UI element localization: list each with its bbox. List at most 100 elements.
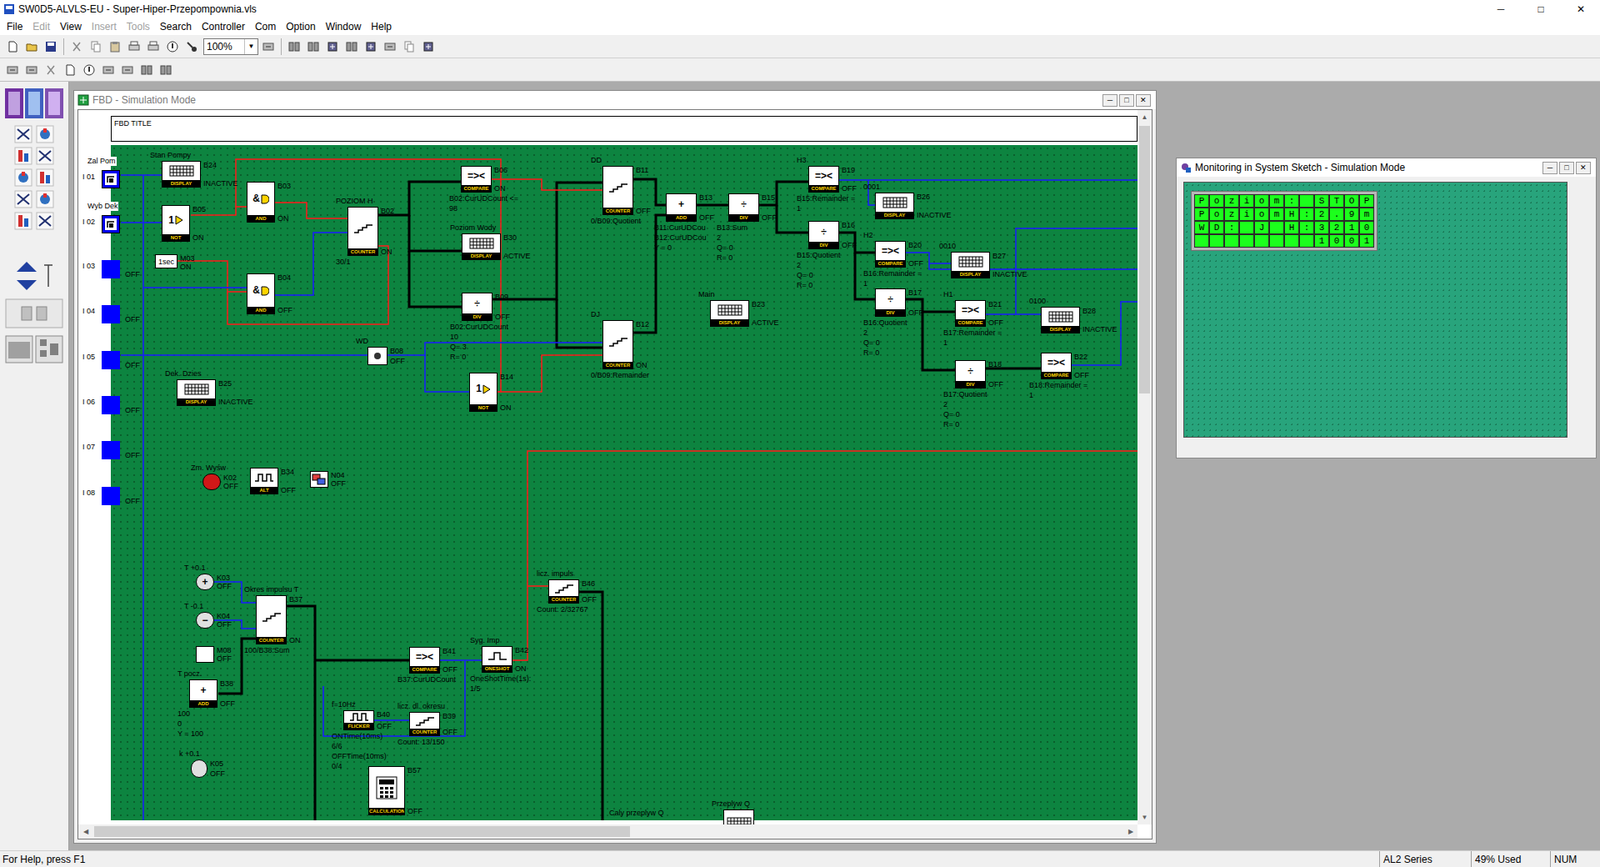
window-control-button[interactable]: □ bbox=[1521, 0, 1560, 19]
counter1-block[interactable]: licz. dl. okresuCOUNTERB39OFFCount: 13/1… bbox=[409, 711, 440, 736]
scroll-thumb[interactable] bbox=[94, 825, 630, 837]
window-control-button[interactable]: □ bbox=[1119, 94, 1135, 107]
input-terminal[interactable] bbox=[101, 170, 120, 189]
menu-item[interactable]: Com bbox=[255, 19, 276, 35]
scroll-thumb[interactable] bbox=[1139, 125, 1150, 394]
palette-tool-icon[interactable] bbox=[14, 168, 33, 187]
display-block[interactable]: 0001DISPLAYB26INACTIVE bbox=[875, 192, 915, 220]
calc-block[interactable]: CALCULATIONB57OFF bbox=[368, 765, 405, 815]
input-terminal[interactable] bbox=[101, 215, 120, 234]
palette-tool-icon[interactable] bbox=[35, 211, 55, 230]
flicker-block[interactable]: f=10HzFLICKERB40OFFONTime(10ms)6/6OFFTim… bbox=[343, 710, 375, 730]
toolbar-button[interactable] bbox=[285, 37, 304, 56]
toolbar-button[interactable] bbox=[380, 37, 400, 56]
toolbar-button[interactable] bbox=[182, 37, 201, 56]
palette-tool-icon[interactable] bbox=[35, 190, 55, 209]
key-button[interactable] bbox=[190, 759, 208, 778]
menu-item[interactable]: View bbox=[60, 19, 82, 35]
palette-tool-icon[interactable] bbox=[14, 211, 33, 230]
bit-block[interactable]: 1secM03ON bbox=[155, 254, 178, 269]
toolbar-button[interactable] bbox=[342, 37, 361, 56]
input-terminal[interactable] bbox=[101, 486, 120, 505]
display-block[interactable]: Przeplyw Q bbox=[723, 809, 755, 825]
menu-item[interactable]: Controller bbox=[201, 19, 245, 35]
window-control-button[interactable]: ─ bbox=[1481, 0, 1520, 19]
toolbar-button[interactable] bbox=[60, 60, 80, 80]
text-tool-icon[interactable] bbox=[42, 263, 55, 289]
div-block[interactable]: ÷DIVB18OFFB17:Quotient2Q= 0R= 0 bbox=[955, 360, 986, 389]
counter-block[interactable]: DJCOUNTERB12ON0/B09:Remainder bbox=[602, 320, 634, 370]
toolbar-button[interactable] bbox=[400, 37, 419, 56]
display-block[interactable]: Dek. DziesDISPLAYB25INACTIVE bbox=[176, 379, 216, 406]
toolbar-button[interactable] bbox=[323, 37, 342, 56]
input-terminal[interactable] bbox=[101, 260, 120, 279]
toolbar-button[interactable] bbox=[137, 60, 156, 80]
menu-item[interactable]: Option bbox=[285, 19, 315, 35]
toolbar-button[interactable] bbox=[156, 60, 175, 80]
menu-item[interactable]: Search bbox=[160, 19, 192, 35]
input-terminal[interactable] bbox=[101, 350, 120, 370]
menu-item[interactable]: Help bbox=[370, 19, 392, 35]
toolbar-button[interactable] bbox=[3, 60, 22, 80]
key-red-block[interactable]: Zm. WyśwK02OFF bbox=[202, 473, 221, 490]
key-block[interactable]: T -0.1−K04OFF bbox=[195, 611, 215, 629]
palette-tool-icon[interactable] bbox=[14, 125, 33, 144]
palette-tool-icon[interactable] bbox=[14, 190, 33, 209]
toolbar-button[interactable] bbox=[67, 37, 86, 56]
toolbar-button[interactable] bbox=[41, 60, 60, 80]
vertical-scrollbar[interactable]: ▲▼ bbox=[1137, 110, 1152, 825]
and-block[interactable]: &ANDB03ON bbox=[246, 181, 275, 223]
toolbar-button[interactable] bbox=[163, 37, 182, 56]
fbd-window[interactable]: FBD - Simulation Mode─□✕FBD TITLEZal Pom… bbox=[73, 90, 1157, 844]
net-block[interactable]: N04OFF bbox=[310, 470, 329, 488]
toolbar-button[interactable] bbox=[361, 37, 380, 56]
window-control-button[interactable]: ✕ bbox=[1135, 94, 1151, 107]
compare-block[interactable]: =><COMPAREB06ONB02:CurUDCount <=98 bbox=[460, 165, 492, 193]
window-control-button[interactable]: ✕ bbox=[1575, 161, 1591, 175]
toolbar-button[interactable] bbox=[99, 60, 118, 80]
toolbar-button[interactable] bbox=[105, 37, 125, 56]
div-block[interactable]: ÷DIVB09OFFB02:CurUDCount10Q= 3R= 0 bbox=[461, 292, 493, 321]
toolbar-button[interactable] bbox=[304, 37, 323, 56]
zoom-select[interactable]: 100%▼ bbox=[203, 38, 259, 55]
toolbar-button[interactable] bbox=[80, 60, 99, 80]
menu-item[interactable]: Window bbox=[325, 19, 362, 35]
input-terminal[interactable] bbox=[101, 440, 120, 460]
toolbar-button[interactable] bbox=[125, 37, 144, 56]
oneshot-block[interactable]: Syg. ImpONESHOTB42ONOneShotTime(1s):1/5 bbox=[481, 645, 513, 673]
display-block[interactable]: 0010DISPLAYB27INACTIVE bbox=[950, 251, 990, 279]
toolbar-button[interactable] bbox=[3, 37, 22, 56]
key-block[interactable]: T +0.1+K03OFF bbox=[195, 573, 215, 590]
toolbar-button[interactable] bbox=[259, 37, 278, 56]
palette-tool-icon[interactable] bbox=[35, 168, 55, 187]
not-block[interactable]: 1NOTB05ON bbox=[161, 205, 190, 242]
menu-item[interactable]: File bbox=[6, 19, 23, 35]
compare-block[interactable]: =><COMPAREB22OFFB18:Remainder =1 bbox=[1040, 352, 1072, 380]
display-block[interactable]: Poziom WodyDISPLAYB30ACTIVE bbox=[461, 233, 501, 260]
menu-item[interactable]: Insert bbox=[91, 19, 117, 35]
input-terminal[interactable] bbox=[101, 305, 120, 324]
toolbar-button[interactable] bbox=[41, 37, 60, 56]
palette-tool-icon[interactable] bbox=[35, 125, 55, 144]
toolbar-button[interactable] bbox=[86, 37, 105, 56]
menu-item[interactable]: Tools bbox=[126, 19, 150, 35]
toolbar-button[interactable] bbox=[22, 37, 41, 56]
div-block[interactable]: ÷DIVB17OFFB16:Quotient2Q= 0R= 0 bbox=[875, 288, 906, 317]
display-block[interactable]: 0100DISPLAYB28INACTIVE bbox=[1040, 306, 1080, 334]
and-block[interactable]: &ANDB04OFF bbox=[246, 273, 275, 315]
key-button[interactable]: − bbox=[195, 611, 215, 629]
compare-block[interactable]: H2=><COMPAREB20OFFB16:Remainder =1 bbox=[875, 240, 906, 268]
key-button[interactable] bbox=[202, 473, 221, 490]
palette-mode-icon[interactable] bbox=[5, 88, 64, 119]
add-block[interactable]: +ADDB13OFFB11:CurUDCouB12:CurUDCouY = 0 bbox=[665, 193, 697, 222]
window-control-button[interactable]: ─ bbox=[1102, 94, 1118, 107]
not-block[interactable]: 1NOTB14ON bbox=[469, 372, 498, 412]
dot-block[interactable]: WDB08OFF bbox=[367, 346, 388, 365]
bit-block[interactable]: M08OFF bbox=[195, 645, 215, 663]
window-control-button[interactable]: ─ bbox=[1542, 161, 1558, 175]
toolbar-button[interactable] bbox=[419, 37, 438, 56]
counter-block[interactable]: Okres impulsu TCOUNTERB37ON100/B38:Sum bbox=[255, 595, 287, 645]
window-control-button[interactable]: □ bbox=[1559, 161, 1575, 175]
input-terminal[interactable] bbox=[101, 395, 120, 415]
key-block[interactable]: k +0.1K05OFF bbox=[190, 759, 208, 778]
